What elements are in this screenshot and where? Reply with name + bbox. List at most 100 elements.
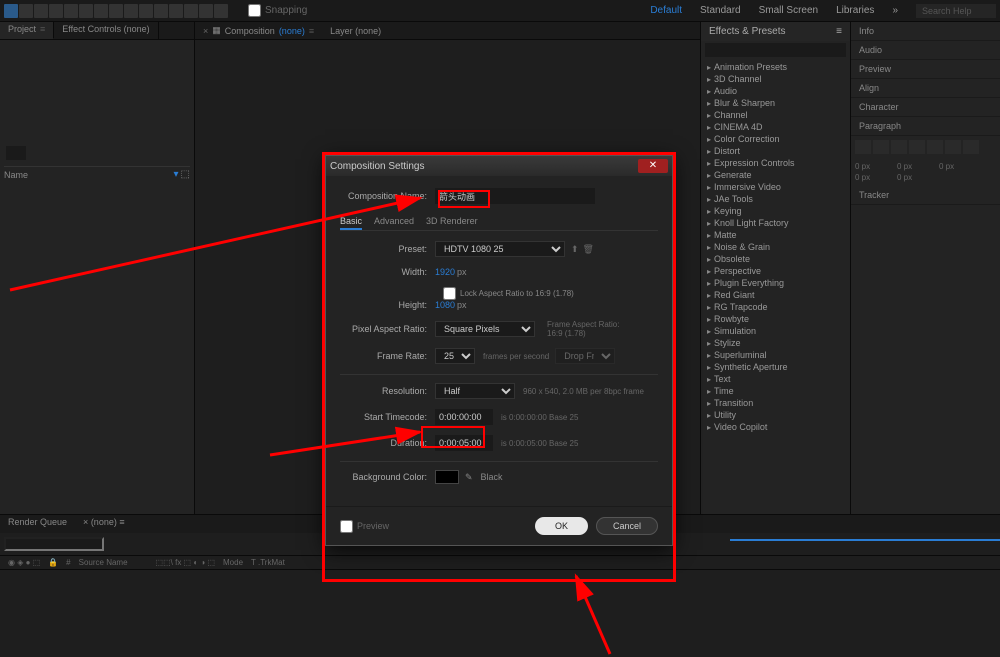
close-icon[interactable]: ✕ bbox=[638, 159, 668, 173]
preview-section[interactable]: Preview bbox=[851, 60, 1000, 79]
effect-category[interactable]: Expression Controls bbox=[703, 157, 848, 169]
save-preset-icon[interactable]: ⬆ bbox=[571, 244, 579, 255]
justify-right-icon[interactable] bbox=[945, 140, 961, 154]
start-tc-input[interactable] bbox=[435, 409, 493, 425]
eyedropper-icon[interactable]: ✎ bbox=[465, 472, 473, 483]
info-section[interactable]: Info bbox=[851, 22, 1000, 41]
eraser-tool-icon[interactable] bbox=[184, 4, 198, 18]
effect-category[interactable]: Keying bbox=[703, 205, 848, 217]
character-section[interactable]: Character bbox=[851, 98, 1000, 117]
timeline-search[interactable] bbox=[4, 537, 104, 551]
snapping-checkbox[interactable] bbox=[248, 4, 261, 17]
justify-all-icon[interactable] bbox=[963, 140, 979, 154]
layer-tab[interactable]: Layer (none) bbox=[322, 22, 389, 39]
indent-left[interactable]: 0 px bbox=[855, 162, 895, 171]
project-tab[interactable]: Project≡ bbox=[0, 22, 54, 39]
timeline-none-tab[interactable]: × (none) ≡ bbox=[75, 515, 133, 533]
align-right-icon[interactable] bbox=[891, 140, 907, 154]
effect-category[interactable]: Channel bbox=[703, 109, 848, 121]
effect-category[interactable]: CINEMA 4D bbox=[703, 121, 848, 133]
effect-category[interactable]: Matte bbox=[703, 229, 848, 241]
width-value[interactable]: 1920 bbox=[435, 267, 455, 277]
effect-category[interactable]: Plugin Everything bbox=[703, 277, 848, 289]
bg-color-swatch[interactable] bbox=[435, 470, 459, 484]
space-after[interactable]: 0 px bbox=[897, 173, 937, 182]
col-source[interactable]: Source Name bbox=[75, 558, 132, 567]
lock-aspect-checkbox[interactable] bbox=[443, 287, 456, 300]
brush-tool-icon[interactable] bbox=[154, 4, 168, 18]
effect-category[interactable]: Immersive Video bbox=[703, 181, 848, 193]
selection-tool-icon[interactable] bbox=[4, 4, 18, 18]
effect-category[interactable]: Video Copilot bbox=[703, 421, 848, 433]
resolution-select[interactable]: Half bbox=[435, 383, 515, 399]
effect-category[interactable]: Transition bbox=[703, 397, 848, 409]
effect-category[interactable]: Utility bbox=[703, 409, 848, 421]
effect-category[interactable]: Color Correction bbox=[703, 133, 848, 145]
effect-category[interactable]: Superluminal bbox=[703, 349, 848, 361]
indent-first[interactable]: 0 px bbox=[897, 162, 937, 171]
audio-section[interactable]: Audio bbox=[851, 41, 1000, 60]
effect-category[interactable]: Stylize bbox=[703, 337, 848, 349]
hand-tool-icon[interactable] bbox=[19, 4, 33, 18]
tracker-section[interactable]: Tracker bbox=[851, 186, 1000, 205]
workspace-standard[interactable]: Standard bbox=[692, 3, 749, 18]
pen-tool-icon[interactable] bbox=[124, 4, 138, 18]
sort-icon[interactable]: ▾ bbox=[174, 169, 179, 180]
composition-tab[interactable]: × ▦ Composition (none) ≡ bbox=[195, 22, 322, 39]
effect-category[interactable]: Perspective bbox=[703, 265, 848, 277]
effects-search[interactable] bbox=[705, 43, 846, 57]
comp-name-input[interactable] bbox=[435, 188, 595, 204]
tag-icon[interactable]: ⬚ bbox=[181, 169, 190, 180]
justify-left-icon[interactable] bbox=[909, 140, 925, 154]
paragraph-section[interactable]: Paragraph bbox=[851, 117, 1000, 136]
text-tool-icon[interactable] bbox=[139, 4, 153, 18]
effect-controls-tab[interactable]: Effect Controls (none) bbox=[54, 22, 158, 39]
effect-category[interactable]: Text bbox=[703, 373, 848, 385]
effect-category[interactable]: 3D Channel bbox=[703, 73, 848, 85]
effect-category[interactable]: Synthetic Aperture bbox=[703, 361, 848, 373]
rotate-tool-icon[interactable] bbox=[64, 4, 78, 18]
tab-advanced[interactable]: Advanced bbox=[374, 214, 414, 230]
orbit-tool-icon[interactable] bbox=[49, 4, 63, 18]
preset-select[interactable]: HDTV 1080 25 bbox=[435, 241, 565, 257]
effect-category[interactable]: Knoll Light Factory bbox=[703, 217, 848, 229]
puppet-tool-icon[interactable] bbox=[214, 4, 228, 18]
par-select[interactable]: Square Pixels bbox=[435, 321, 535, 337]
anchor-tool-icon[interactable] bbox=[94, 4, 108, 18]
fps-select[interactable]: 25 bbox=[435, 348, 475, 364]
duration-input[interactable] bbox=[435, 435, 493, 451]
effect-category[interactable]: RG Trapcode bbox=[703, 301, 848, 313]
align-left-icon[interactable] bbox=[855, 140, 871, 154]
effect-category[interactable]: JAe Tools bbox=[703, 193, 848, 205]
space-before[interactable]: 0 px bbox=[855, 173, 895, 182]
align-center-icon[interactable] bbox=[873, 140, 889, 154]
height-value[interactable]: 1080 bbox=[435, 300, 455, 310]
cancel-button[interactable]: Cancel bbox=[596, 517, 658, 535]
tab-3d-renderer[interactable]: 3D Renderer bbox=[426, 214, 478, 230]
search-help[interactable]: Search Help bbox=[916, 4, 996, 18]
effect-category[interactable]: Distort bbox=[703, 145, 848, 157]
col-trkmat[interactable]: T .TrkMat bbox=[247, 558, 289, 567]
effect-category[interactable]: Noise & Grain bbox=[703, 241, 848, 253]
tab-basic[interactable]: Basic bbox=[340, 214, 362, 230]
workspace-overflow-icon[interactable]: » bbox=[884, 3, 906, 18]
render-queue-tab[interactable]: Render Queue bbox=[0, 515, 75, 533]
align-section[interactable]: Align bbox=[851, 79, 1000, 98]
zoom-tool-icon[interactable] bbox=[34, 4, 48, 18]
effect-category[interactable]: Audio bbox=[703, 85, 848, 97]
effect-category[interactable]: Red Giant bbox=[703, 289, 848, 301]
effect-category[interactable]: Rowbyte bbox=[703, 313, 848, 325]
clone-tool-icon[interactable] bbox=[169, 4, 183, 18]
roto-tool-icon[interactable] bbox=[199, 4, 213, 18]
preview-checkbox[interactable] bbox=[340, 520, 353, 533]
effect-category[interactable]: Generate bbox=[703, 169, 848, 181]
col-mode[interactable]: Mode bbox=[219, 558, 247, 567]
camera-tool-icon[interactable] bbox=[79, 4, 93, 18]
effect-category[interactable]: Blur & Sharpen bbox=[703, 97, 848, 109]
ok-button[interactable]: OK bbox=[535, 517, 588, 535]
effect-category[interactable]: Simulation bbox=[703, 325, 848, 337]
justify-center-icon[interactable] bbox=[927, 140, 943, 154]
indent-right[interactable]: 0 px bbox=[939, 162, 979, 171]
workspace-default[interactable]: Default bbox=[642, 3, 690, 18]
delete-preset-icon[interactable]: 🗑 bbox=[583, 244, 594, 255]
